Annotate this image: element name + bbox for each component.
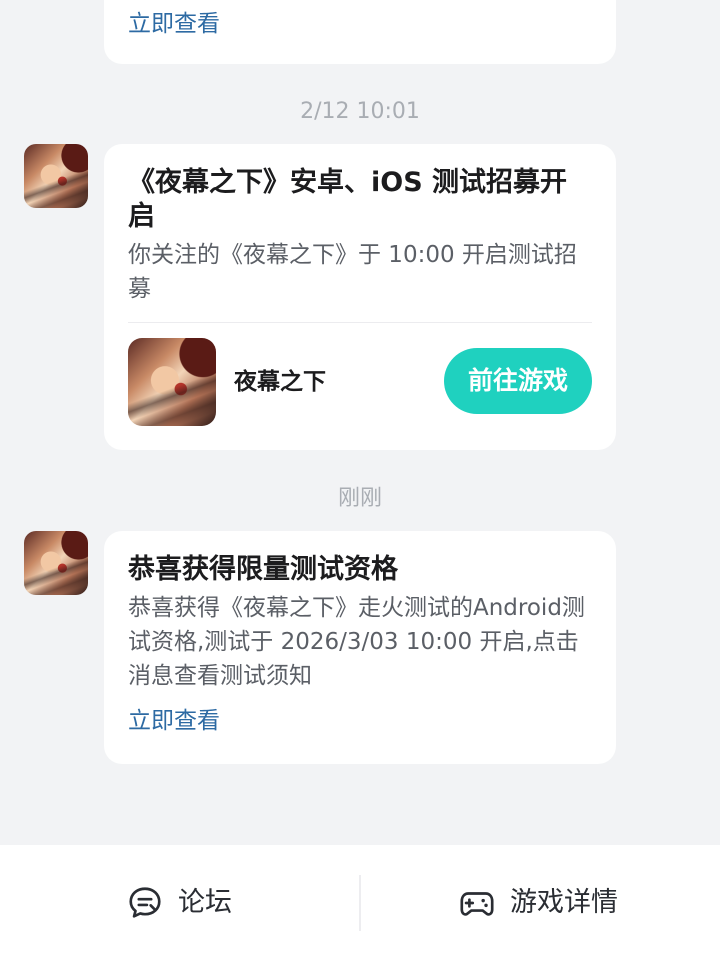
message-body: 恭喜获得《夜幕之下》走火测试的Android测试资格,测试于 2026/3/03… (128, 595, 585, 689)
game-icon[interactable] (128, 338, 216, 426)
view-now-link[interactable]: 立即查看 (128, 10, 220, 38)
go-to-game-button[interactable]: 前往游戏 (444, 348, 592, 414)
game-name: 夜幕之下 (234, 369, 326, 395)
message-body: 你关注的《夜幕之下》于 10:00 开启测试招募 (128, 242, 577, 302)
message-timestamp: 刚刚 (337, 486, 382, 511)
card-divider (128, 322, 592, 323)
sender-avatar[interactable] (24, 531, 88, 595)
game-detail-tab[interactable]: 游戏详情 (458, 883, 618, 923)
message-card-previous: 立即查看 (104, 0, 616, 64)
bottom-bar-divider (359, 875, 361, 931)
sender-avatar[interactable] (24, 144, 88, 208)
message-card-recruitment[interactable]: 《夜幕之下》安卓、iOS 测试招募开启 你关注的《夜幕之下》于 10:00 开启… (104, 144, 616, 450)
message-card-qualification[interactable]: 恭喜获得限量测试资格 恭喜获得《夜幕之下》走火测试的Android测试资格,测试… (104, 531, 616, 764)
forum-tab-label: 论坛 (178, 887, 232, 918)
view-now-link[interactable]: 立即查看 (128, 707, 592, 735)
message-title: 恭喜获得限量测试资格 (128, 554, 398, 585)
game-detail-tab-label: 游戏详情 (510, 887, 618, 918)
forum-chat-icon (129, 887, 161, 918)
gamepad-icon (460, 892, 494, 916)
bottom-action-bar: 论坛 游戏详情 (0, 845, 720, 960)
message-timestamp: 2/12 10:01 (300, 99, 420, 124)
message-title: 《夜幕之下》安卓、iOS 测试招募开启 (128, 167, 568, 232)
game-entry[interactable]: 夜幕之下 前往游戏 (128, 338, 592, 426)
message-feed[interactable]: 立即查看 2/12 10:01 《夜幕之下》安卓、iOS 测试招募开启 你关注的… (0, 0, 720, 845)
forum-tab[interactable]: 论坛 (126, 883, 232, 923)
